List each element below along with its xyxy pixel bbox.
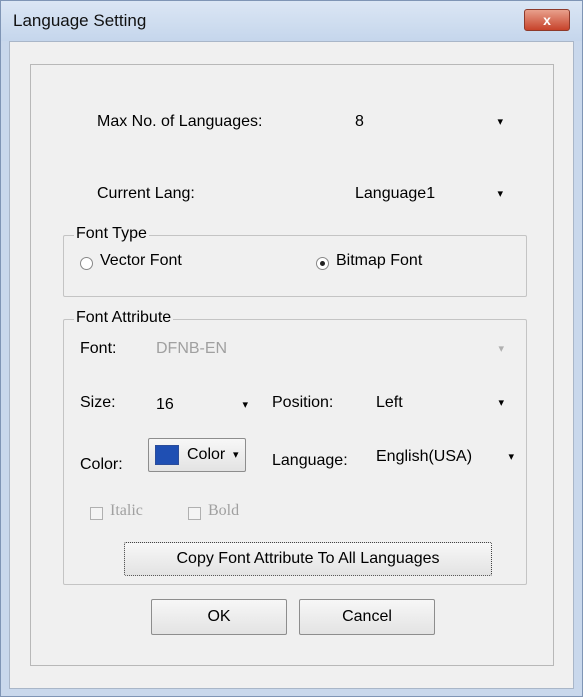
size-label: Size:: [80, 394, 116, 411]
color-picker-button[interactable]: Color ▾: [148, 438, 246, 472]
max-languages-label: Max No. of Languages:: [97, 113, 263, 130]
cancel-button[interactable]: Cancel: [299, 599, 435, 635]
bold-checkbox: [188, 507, 201, 520]
close-icon: x: [543, 12, 551, 28]
cancel-label: Cancel: [342, 608, 392, 625]
position-dropdown[interactable]: Left ▾: [376, 390, 508, 418]
copy-font-attribute-label: Copy Font Attribute To All Languages: [176, 550, 440, 567]
font-attribute-group: Font Attribute Font: DFNB-EN ▾ Size: 16 …: [63, 309, 527, 585]
font-type-group: Font Type Vector Font Bitmap Font: [63, 225, 527, 297]
chevron-down-icon: ▾: [497, 188, 503, 200]
font-label: Font:: [80, 340, 117, 357]
current-lang-value: Language1: [355, 185, 436, 202]
current-lang-dropdown[interactable]: Language1 ▾: [355, 181, 507, 209]
color-label: Color:: [80, 456, 123, 473]
font-value: DFNB-EN: [156, 340, 228, 357]
dialog-title: Language Setting: [13, 11, 147, 30]
dialog-client-area: Max No. of Languages: 8 ▾ Current Lang: …: [9, 41, 574, 689]
max-languages-dropdown[interactable]: 8 ▾: [355, 109, 507, 137]
size-dropdown[interactable]: 16 ▾: [156, 392, 252, 420]
chevron-down-icon: ▾: [498, 343, 504, 355]
ok-button[interactable]: OK: [151, 599, 287, 635]
size-value: 16: [156, 396, 174, 413]
color-swatch: [155, 445, 179, 465]
max-languages-value: 8: [355, 113, 364, 130]
language-dropdown[interactable]: English(USA) ▾: [376, 444, 514, 472]
language-label: Language:: [272, 452, 348, 469]
title-bar: Language Setting x: [1, 1, 582, 41]
close-button[interactable]: x: [524, 9, 570, 31]
vector-font-radio[interactable]: [80, 257, 93, 270]
position-value: Left: [376, 394, 403, 411]
language-value: English(USA): [376, 448, 473, 465]
language-setting-dialog: Language Setting x Max No. of Languages:…: [0, 0, 583, 697]
bitmap-font-label[interactable]: Bitmap Font: [336, 252, 422, 270]
vector-font-label[interactable]: Vector Font: [100, 252, 182, 270]
chevron-down-icon: ▾: [497, 116, 503, 128]
ok-label: OK: [207, 608, 231, 625]
current-lang-label: Current Lang:: [97, 185, 195, 202]
italic-label: Italic: [110, 502, 143, 519]
color-button-label: Color: [187, 446, 226, 463]
bold-label: Bold: [208, 502, 240, 519]
position-label: Position:: [272, 394, 334, 411]
chevron-down-icon: ▾: [498, 397, 504, 409]
font-dropdown: DFNB-EN ▾: [156, 336, 508, 364]
settings-panel: Max No. of Languages: 8 ▾ Current Lang: …: [30, 64, 554, 666]
font-attribute-legend: Font Attribute: [74, 309, 174, 327]
chevron-down-icon: ▾: [233, 449, 239, 461]
font-type-legend: Font Type: [74, 225, 149, 243]
italic-checkbox: [90, 507, 103, 520]
chevron-down-icon: ▾: [508, 451, 514, 463]
bitmap-font-radio[interactable]: [316, 257, 329, 270]
copy-font-attribute-button[interactable]: Copy Font Attribute To All Languages: [124, 542, 492, 576]
chevron-down-icon: ▾: [242, 399, 248, 411]
